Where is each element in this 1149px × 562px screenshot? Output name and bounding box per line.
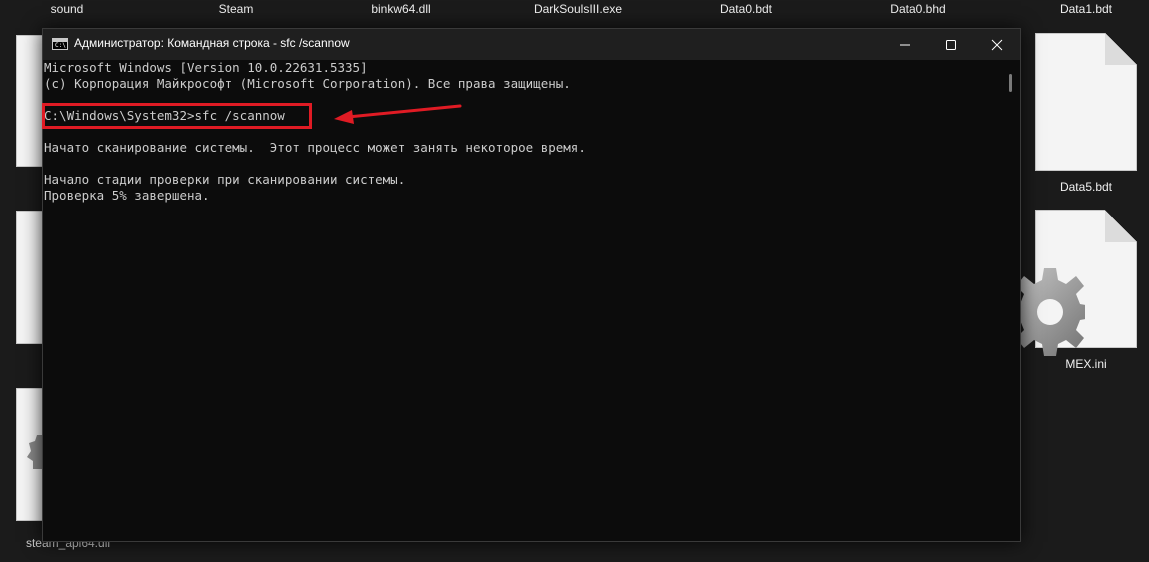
maximize-button[interactable]: [928, 29, 974, 60]
console-line: Microsoft Windows [Version 10.0.22631.53…: [44, 60, 368, 75]
desktop-file-label[interactable]: sound: [48, 2, 86, 18]
minimize-button[interactable]: [882, 29, 928, 60]
window-title: Администратор: Командная строка - sfc /s…: [74, 36, 350, 50]
scrollbar[interactable]: [1009, 74, 1012, 92]
desktop-file-label[interactable]: DarkSoulsIII.exe: [508, 2, 648, 18]
command-highlight-box: [42, 103, 312, 129]
console-output[interactable]: Microsoft Windows [Version 10.0.22631.53…: [43, 60, 1003, 541]
desktop-file-label[interactable]: Data0.bdt: [712, 2, 780, 18]
arrow-icon: [334, 104, 462, 124]
console-line: (c) Корпорация Майкрософт (Microsoft Cor…: [44, 76, 571, 91]
desktop-file-label[interactable]: Steam: [210, 2, 262, 18]
desktop-file-label[interactable]: binkw64.dll: [356, 2, 446, 18]
console-line: Начато сканирование системы. Этот процес…: [44, 140, 586, 155]
gear-icon: [1015, 268, 1085, 356]
maximize-icon: [946, 39, 956, 50]
console-line: Начало стадии проверки при сканировании …: [44, 172, 406, 187]
desktop-file-label[interactable]: MEX.ini: [1058, 357, 1114, 371]
desktop-file-label[interactable]: Data5.bdt: [1050, 180, 1122, 194]
desktop-file-label[interactable]: Data1.bdt: [1050, 2, 1122, 18]
desktop-file-label[interactable]: Data0.bhd: [878, 2, 958, 18]
console-line: Проверка 5% завершена.: [44, 188, 210, 203]
title-bar[interactable]: C:\ Администратор: Командная строка - sf…: [43, 29, 1020, 60]
close-button[interactable]: [974, 29, 1020, 60]
minimize-icon: [900, 44, 910, 45]
command-prompt-icon: C:\: [52, 38, 68, 50]
close-icon: [991, 39, 1003, 50]
file-icon[interactable]: [1035, 33, 1137, 171]
desktop: sound Steam binkw64.dll DarkSoulsIII.exe…: [0, 0, 1149, 562]
